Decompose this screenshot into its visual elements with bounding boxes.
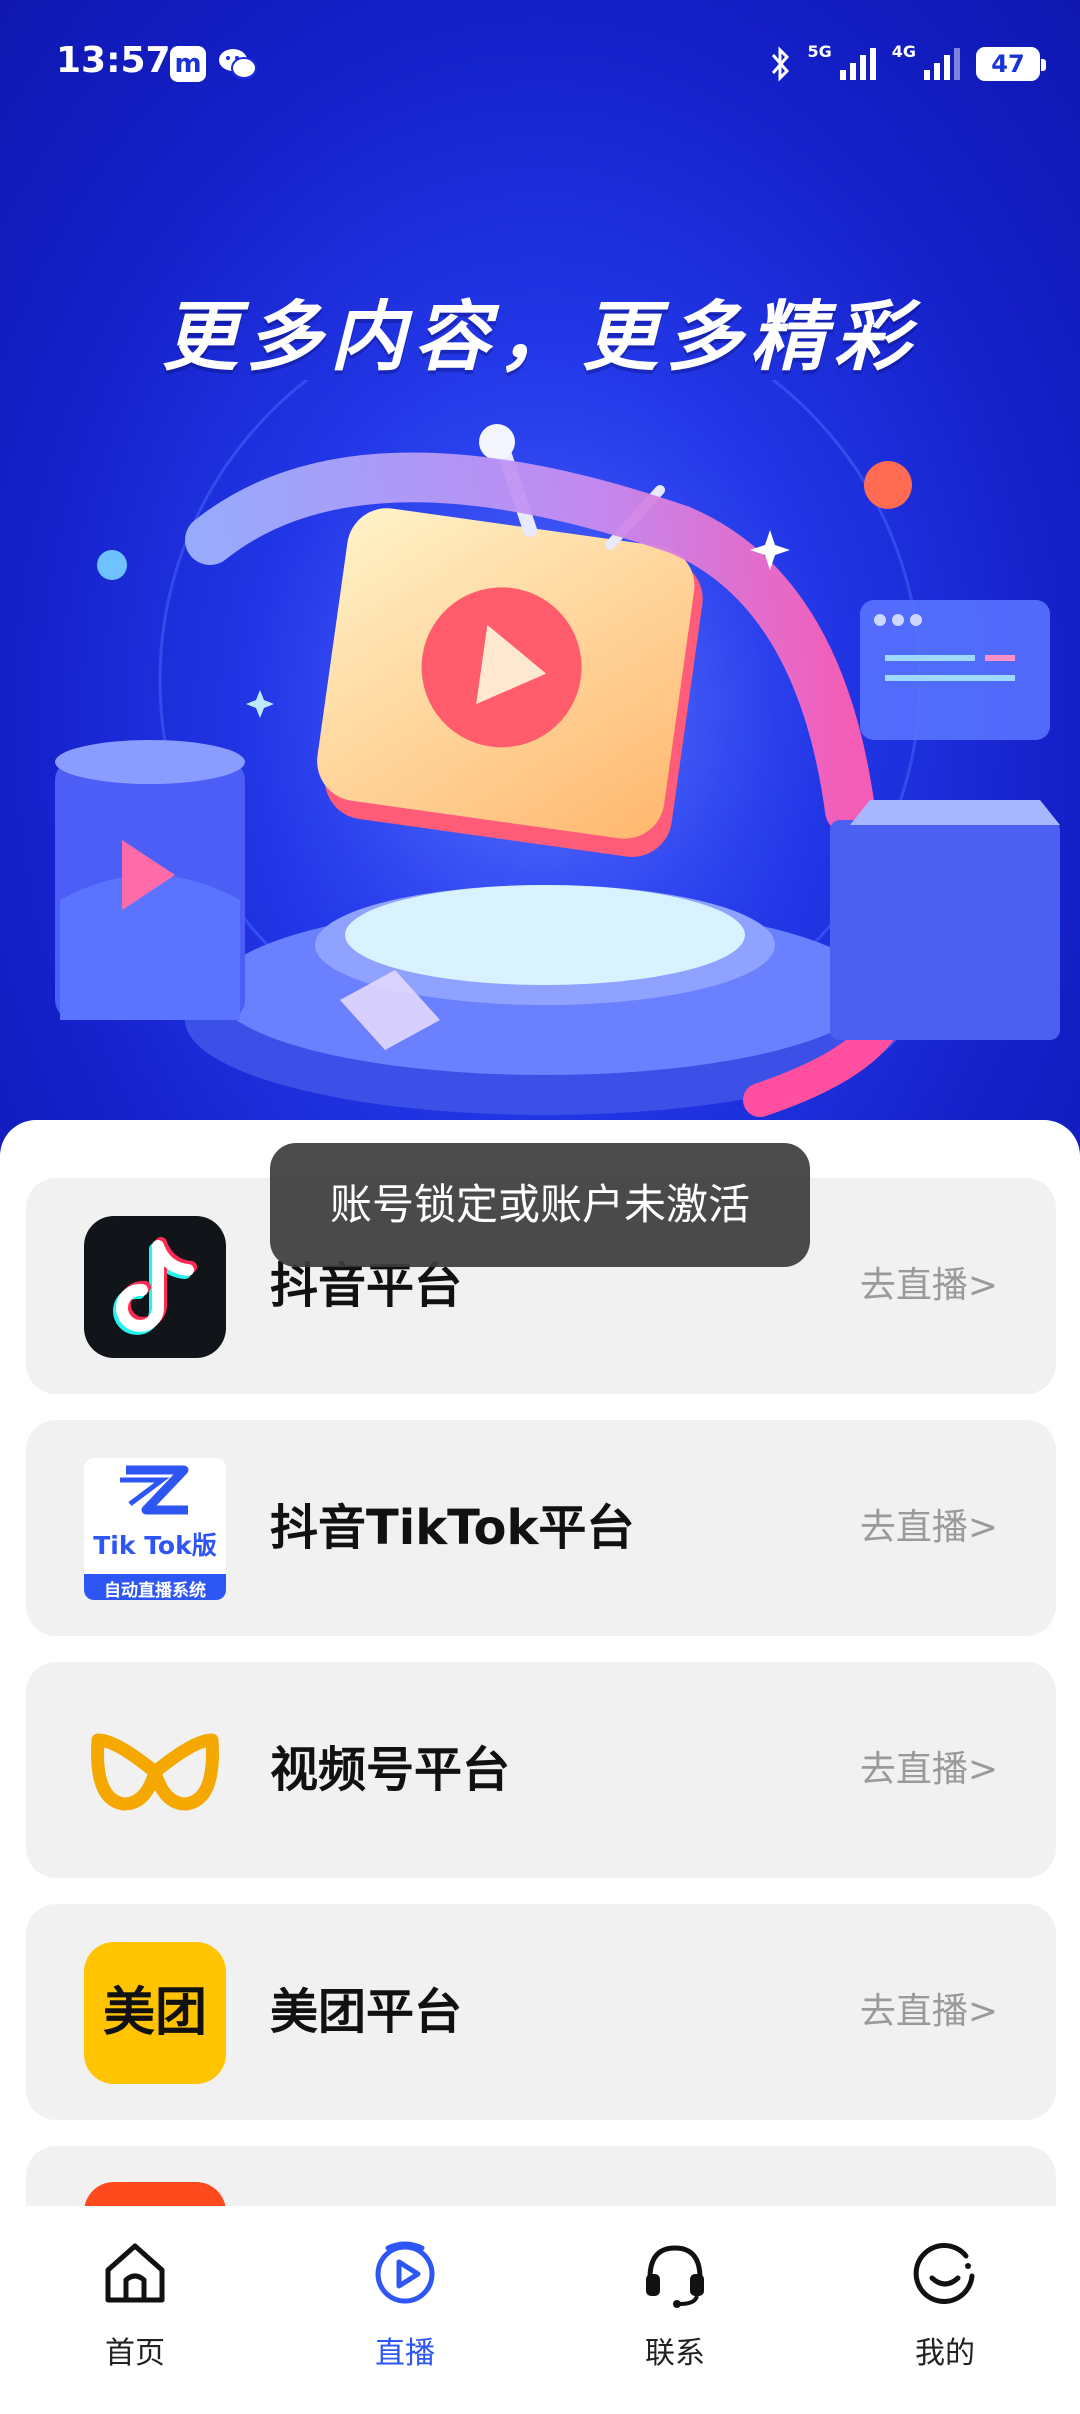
live-icon — [375, 2241, 435, 2304]
meituan-icon: 美团 — [84, 1942, 226, 2084]
profile-icon — [913, 2242, 975, 2304]
status-right: 5G 4G 47 — [769, 40, 1046, 88]
app-notification-icon: m — [170, 46, 206, 82]
nav-live[interactable]: 直播 — [270, 2206, 540, 2414]
platform-card-channels[interactable]: 视频号平台 去直播> — [26, 1662, 1056, 1878]
wechat-icon — [219, 49, 257, 79]
bottom-navigation: 首页 直播 联系 我的 — [0, 2206, 1080, 2414]
platform-card-tiktok[interactable]: Tik Tok版 自动直播系统 抖音TikTok平台 去直播> — [26, 1420, 1056, 1636]
network-5g-label: 5G — [807, 42, 832, 61]
platform-name: 视频号平台 — [270, 1742, 511, 1798]
go-live-link[interactable]: 去直播> — [860, 1904, 998, 2120]
banner-title: 更多内容，更多精彩 — [162, 292, 918, 381]
platform-card-partial[interactable] — [26, 2146, 1056, 2212]
toast-message: 账号锁定或账户未激活 — [270, 1143, 810, 1267]
headset-icon — [646, 2245, 704, 2308]
platform-name: 美团平台 — [270, 1984, 463, 2040]
signal-icon-1 — [839, 48, 876, 80]
tiktok-icon-text: Tik Tok版 — [93, 1531, 217, 1560]
platform-card-meituan[interactable]: 美团 美团平台 去直播> — [26, 1904, 1056, 2120]
platform-name: 抖音TikTok平台 — [270, 1500, 635, 1556]
channels-icon — [84, 1700, 226, 1842]
go-live-link[interactable]: 去直播> — [860, 1662, 998, 1878]
nav-label: 首页 — [105, 2336, 165, 2371]
tiktok-live-icon: Tik Tok版 自动直播系统 — [84, 1458, 226, 1600]
battery-icon: 47 — [976, 47, 1046, 81]
hero-banner: 更多内容，更多精彩 — [0, 0, 1080, 1160]
nav-contact[interactable]: 联系 — [540, 2206, 810, 2414]
banner-illustration — [55, 380, 1060, 1117]
signal-icon-2 — [924, 48, 960, 80]
go-live-link[interactable]: 去直播> — [860, 1420, 998, 1636]
status-time: 13:57 — [56, 40, 171, 81]
douyin-icon — [84, 1216, 226, 1358]
home-icon — [105, 2243, 165, 2303]
bluetooth-icon — [772, 46, 790, 82]
nav-label: 我的 — [915, 2336, 975, 2371]
nav-label: 联系 — [645, 2336, 705, 2371]
network-4g-label: 4G — [891, 42, 916, 61]
nav-home[interactable]: 首页 — [0, 2206, 270, 2414]
status-bar: 13:57 m 5G 4G 47 — [0, 0, 1080, 128]
go-live-link[interactable]: 去直播> — [860, 1178, 998, 1394]
nav-profile[interactable]: 我的 — [810, 2206, 1080, 2414]
tiktok-icon-subtext: 自动直播系统 — [104, 1581, 206, 1600]
nav-label: 直播 — [375, 2336, 435, 2371]
meituan-icon-text: 美团 — [102, 1983, 207, 2043]
